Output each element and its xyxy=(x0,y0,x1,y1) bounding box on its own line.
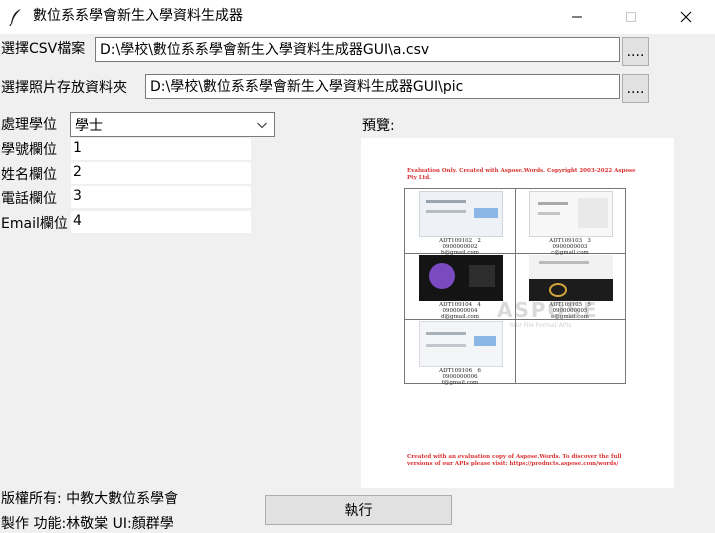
preview-thumb-chart xyxy=(474,208,498,218)
minimize-icon xyxy=(572,16,582,18)
csv-path-input[interactable]: D:\學校\數位系系學會新生入學資料生成器GUI\a.csv xyxy=(95,37,620,62)
name-field-label: 姓名欄位 xyxy=(1,167,57,183)
preview-thumb-line xyxy=(538,212,560,215)
run-button[interactable]: 執行 xyxy=(265,495,452,525)
preview-thumb-block xyxy=(578,198,608,228)
maximize-button[interactable] xyxy=(608,0,654,34)
email-field-input[interactable]: 4 xyxy=(71,211,251,233)
photo-browse-button[interactable]: .... xyxy=(622,74,649,103)
feather-icon xyxy=(9,9,21,26)
copyright-text: 版權所有: 中教大數位系學會 xyxy=(1,491,179,507)
window-title: 數位系系學會新生入學資料生成器 xyxy=(33,8,243,24)
preview-thumb-blob xyxy=(429,263,455,289)
preview-thumb-line xyxy=(426,332,466,335)
phone-field-label: 電話欄位 xyxy=(1,191,57,207)
preview-thumb-line xyxy=(426,210,466,213)
preview-image: Evaluation Only. Created with Aspose.Wor… xyxy=(361,138,674,488)
csv-label: 選擇CSV檔案 xyxy=(1,41,86,57)
preview-thumb-line xyxy=(538,202,568,205)
maximize-icon xyxy=(626,12,636,22)
preview-thumb-ring xyxy=(549,283,567,297)
preview-watermark-sub: Your File Format APIs xyxy=(509,322,572,329)
preview-thumbnail xyxy=(419,321,503,367)
close-icon xyxy=(680,11,692,23)
preview-doc-header: Evaluation Only. Created with Aspose.Wor… xyxy=(407,168,636,181)
preview-thumb-line xyxy=(539,261,589,264)
degree-select[interactable]: 學士 xyxy=(70,112,275,137)
minimize-button[interactable] xyxy=(554,0,600,34)
chevron-down-icon xyxy=(257,122,267,129)
preview-doc-footer: Created with an evaluation copy of Aspos… xyxy=(407,454,622,467)
preview-thumb-line xyxy=(426,200,466,203)
preview-cell-text: ADT109102 2 0900000002 b@gmail.com xyxy=(439,238,481,256)
preview-thumbnail xyxy=(529,191,613,237)
preview-watermark: ASPOSE xyxy=(497,298,599,322)
credits-text: 製作 功能:林敬棠 UI:顏群學 xyxy=(1,516,174,532)
title-bar: 數位系系學會新生入學資料生成器 xyxy=(0,0,715,34)
photo-folder-input[interactable]: D:\學校\數位系系學會新生入學資料生成器GUI\pic xyxy=(145,74,620,99)
preview-label: 預覽: xyxy=(362,118,395,134)
student-id-field-label: 學號欄位 xyxy=(1,142,57,158)
preview-grid-vline xyxy=(515,189,516,383)
student-id-field-input[interactable]: 1 xyxy=(71,138,251,160)
preview-grid: ADT109102 2 0900000002 b@gmail.com ADT10… xyxy=(404,188,626,386)
csv-browse-button[interactable]: .... xyxy=(622,37,649,66)
name-field-input[interactable]: 2 xyxy=(71,162,251,184)
preview-thumb-line xyxy=(426,344,466,347)
email-field-label: Email欄位 xyxy=(1,216,68,232)
degree-selected-value: 學士 xyxy=(75,117,103,134)
phone-field-input[interactable]: 3 xyxy=(71,186,251,208)
preview-thumb-chart xyxy=(474,336,496,346)
preview-cell-text: ADT109103 3 0900000003 c@gmail.com xyxy=(549,238,591,256)
close-button[interactable] xyxy=(663,0,709,34)
photo-folder-label: 選擇照片存放資料夾 xyxy=(1,80,127,96)
preview-cell-text: ADT109106 6 0900000006 f@gmail.com xyxy=(439,368,481,386)
preview-thumbnail xyxy=(419,191,503,237)
preview-thumbnail xyxy=(529,255,613,301)
preview-thumbnail xyxy=(419,255,503,301)
degree-label: 處理學位 xyxy=(1,117,57,133)
preview-thumb-block xyxy=(469,265,495,287)
